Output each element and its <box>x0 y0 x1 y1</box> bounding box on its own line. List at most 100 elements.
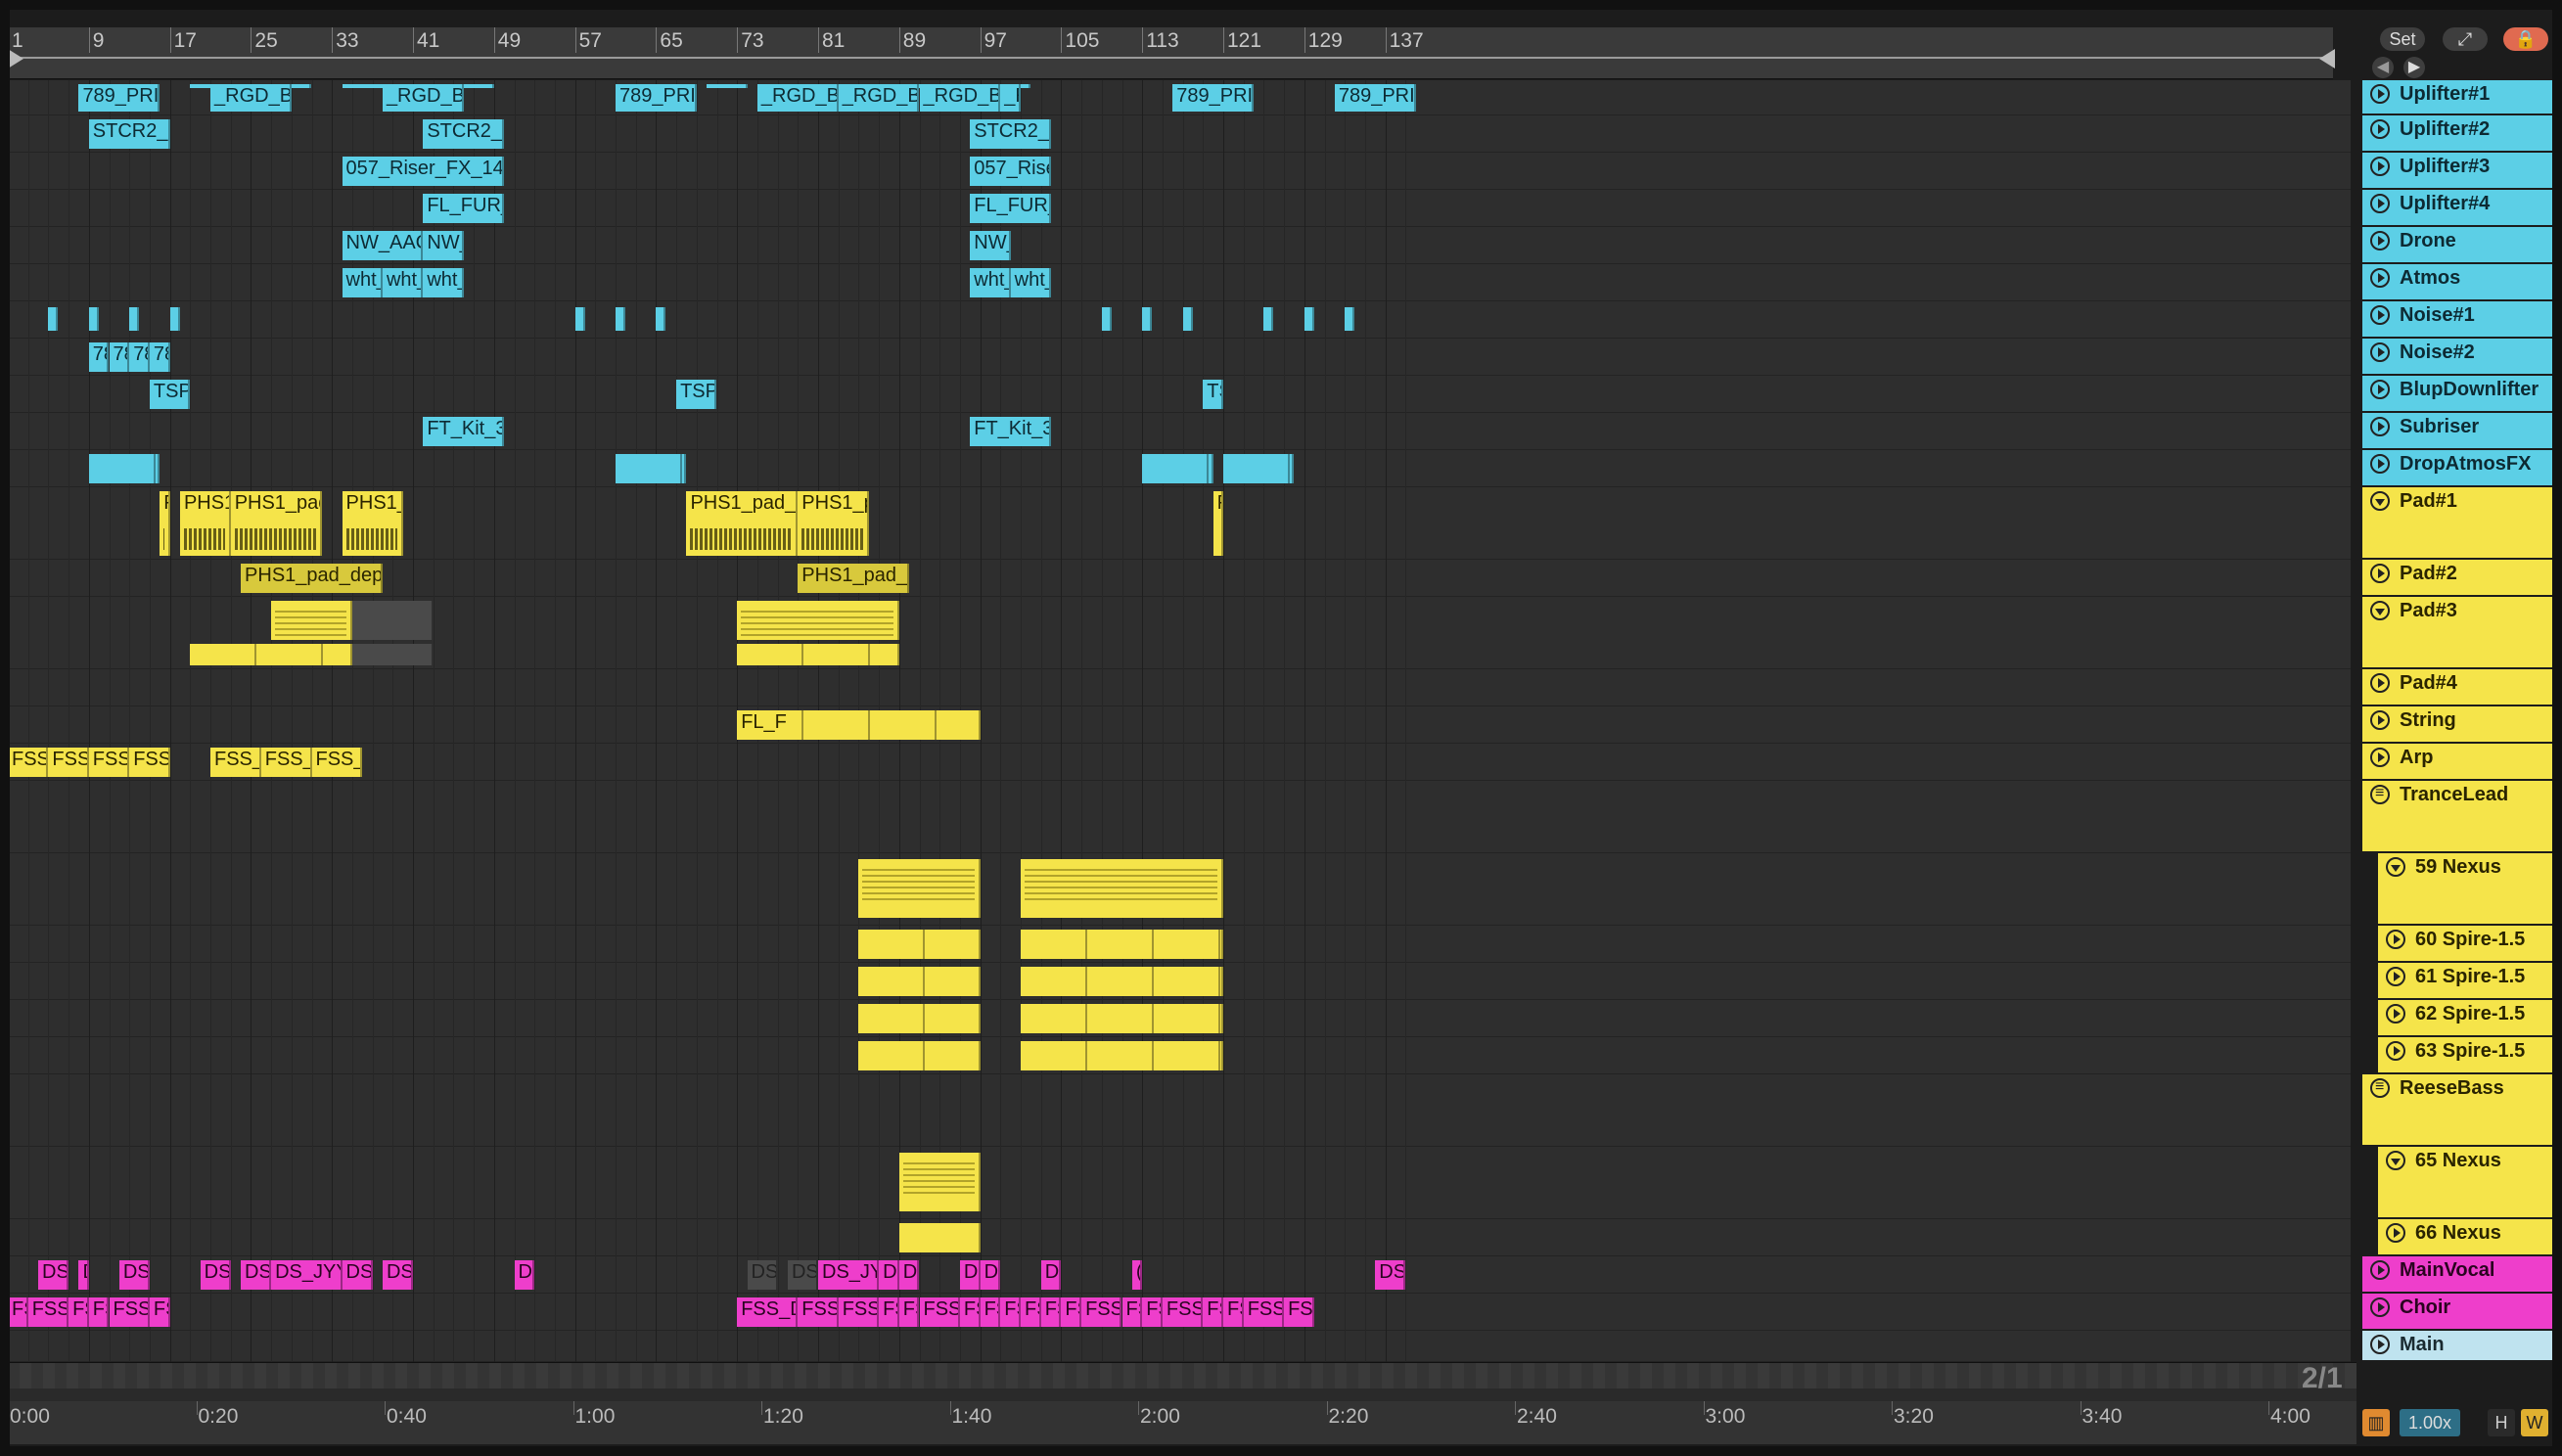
clip[interactable] <box>858 967 981 996</box>
keymap-icon[interactable]: ▥ <box>2362 1409 2390 1436</box>
clip[interactable] <box>1021 967 1223 996</box>
clip[interactable] <box>1101 307 1112 331</box>
play-icon[interactable] <box>2370 1335 2390 1354</box>
track-header-61-spire-1-5[interactable]: 61 Spire-1.5 <box>2378 963 2562 1000</box>
track-lane[interactable] <box>8 781 2351 853</box>
clip[interactable] <box>129 307 140 331</box>
track-header-noise-2[interactable]: Noise#2 <box>2362 339 2558 376</box>
clip[interactable]: FSS_A <box>88 748 130 777</box>
clip[interactable]: DS_J <box>38 1260 69 1290</box>
clip[interactable]: NW_AACW_1 <box>342 231 424 260</box>
clip[interactable]: FSS <box>1000 1297 1021 1327</box>
clip[interactable]: DS_J <box>382 1260 413 1290</box>
track-header-uplifter-2[interactable]: Uplifter#2 <box>2362 115 2558 153</box>
clip[interactable]: ( <box>1131 1260 1143 1290</box>
play-icon[interactable] <box>2370 157 2390 176</box>
clip[interactable] <box>351 601 434 640</box>
clip[interactable]: FSS_A <box>129 748 170 777</box>
loop-start-marker[interactable] <box>8 49 23 68</box>
clip[interactable]: DS <box>514 1260 535 1290</box>
group-icon[interactable] <box>2370 1078 2390 1098</box>
track-header-62-spire-1-5[interactable]: 62 Spire-1.5 <box>2378 1000 2562 1037</box>
play-icon[interactable] <box>2370 268 2390 288</box>
clip[interactable] <box>1223 454 1295 483</box>
clip[interactable]: 789 <box>129 342 150 372</box>
clip[interactable]: P <box>160 491 170 556</box>
clip[interactable]: FSS_ATE <box>210 748 261 777</box>
clip[interactable]: DS_ <box>787 1260 818 1290</box>
track-header-atmos[interactable]: Atmos <box>2362 264 2558 301</box>
clip[interactable]: FSS_D <box>1162 1297 1204 1327</box>
clip[interactable]: FSS_D <box>1243 1297 1285 1327</box>
play-icon[interactable] <box>2370 1297 2390 1317</box>
clip[interactable]: FSS <box>149 1297 170 1327</box>
track-header-pad-1[interactable]: Pad#1 <box>2362 487 2558 560</box>
clip[interactable]: DS_ <box>747 1260 778 1290</box>
clip[interactable]: PHS1_p <box>179 491 231 556</box>
track-header-66-nexus[interactable]: 66 Nexus <box>2378 1219 2562 1256</box>
track-header-trancelead[interactable]: TranceLead <box>2362 781 2558 853</box>
clip[interactable] <box>1021 930 1223 959</box>
track-lane[interactable] <box>8 1219 2351 1256</box>
track-lane[interactable] <box>8 301 2351 339</box>
play-icon[interactable] <box>2370 673 2390 693</box>
track-lane[interactable] <box>8 1331 2351 1362</box>
track-header-uplifter-4[interactable]: Uplifter#4 <box>2362 190 2558 227</box>
play-icon[interactable] <box>2386 967 2405 986</box>
track-lane[interactable] <box>8 339 2351 376</box>
track-header-pad-3[interactable]: Pad#3 <box>2362 597 2558 669</box>
fold-icon[interactable] <box>2370 491 2390 511</box>
set-button[interactable]: Set <box>2380 27 2425 51</box>
clip[interactable]: FL_FUR_Kit3 <box>423 194 505 223</box>
clip[interactable]: FSS <box>1284 1297 1315 1327</box>
clip[interactable]: PHS1_pad_dep <box>230 491 322 556</box>
track-header-blupdownlifter[interactable]: BlupDownlifter <box>2362 376 2558 413</box>
bar-ruler[interactable]: 1 9 17 25 33 41 49 57 65 73 81 89 97 105 113 121 129 137 <box>8 27 2333 79</box>
clip[interactable]: FSS_AT <box>8 748 49 777</box>
clip[interactable]: FSS <box>1021 1297 1041 1327</box>
track-header-choir[interactable]: Choir <box>2362 1294 2558 1331</box>
grid-fraction[interactable]: 2/1 <box>2302 1362 2343 1395</box>
clip[interactable]: _RGD_BS_PT <box>838 84 920 112</box>
group-icon[interactable] <box>2370 785 2390 804</box>
clip[interactable]: FSS_D <box>1081 1297 1122 1327</box>
clip[interactable]: FS <box>980 1297 1001 1327</box>
clip[interactable]: FSS <box>879 1297 899 1327</box>
clip[interactable] <box>1345 307 1355 331</box>
clip[interactable] <box>88 307 99 331</box>
clip[interactable]: 789_PRIME <box>1334 84 1416 112</box>
clip[interactable]: DS <box>959 1260 981 1290</box>
clip[interactable] <box>574 307 585 331</box>
clip[interactable] <box>351 644 434 665</box>
clip[interactable]: FS <box>1061 1297 1082 1327</box>
clip[interactable]: FSS <box>898 1297 920 1327</box>
clip[interactable]: FSS <box>1142 1297 1163 1327</box>
track-header-noise-1[interactable]: Noise#1 <box>2362 301 2558 339</box>
clip[interactable]: FSS_A <box>48 748 89 777</box>
clip[interactable]: DS_JYYE <box>818 1260 880 1290</box>
clip[interactable]: DS_JYYE_130 <box>271 1260 343 1290</box>
clip[interactable]: FL_F <box>737 710 981 740</box>
play-icon[interactable] <box>2370 454 2390 474</box>
clip[interactable] <box>858 930 981 959</box>
track-header-65-nexus[interactable]: 65 Nexus <box>2378 1147 2562 1219</box>
play-icon[interactable] <box>2370 417 2390 436</box>
track-lane[interactable] <box>8 376 2351 413</box>
clip[interactable]: PHS1_pad <box>342 491 403 556</box>
back-arrow-icon[interactable]: ◀ <box>2372 57 2394 78</box>
clip[interactable]: DS_J <box>118 1260 150 1290</box>
play-icon[interactable] <box>2370 84 2390 104</box>
clip[interactable] <box>707 84 748 88</box>
clip[interactable] <box>616 454 687 483</box>
fold-icon[interactable] <box>2386 1151 2405 1170</box>
clip[interactable]: FSS <box>69 1297 89 1327</box>
clip[interactable] <box>88 454 160 483</box>
clip[interactable]: _RGD_BS_PT <box>210 84 292 112</box>
clip[interactable] <box>858 859 981 918</box>
track-header-pad-4[interactable]: Pad#4 <box>2362 669 2558 706</box>
clip[interactable]: FSS <box>1203 1297 1223 1327</box>
play-icon[interactable] <box>2370 748 2390 767</box>
clip[interactable] <box>898 1153 981 1211</box>
clip[interactable] <box>858 1004 981 1033</box>
track-lane[interactable] <box>8 669 2351 706</box>
